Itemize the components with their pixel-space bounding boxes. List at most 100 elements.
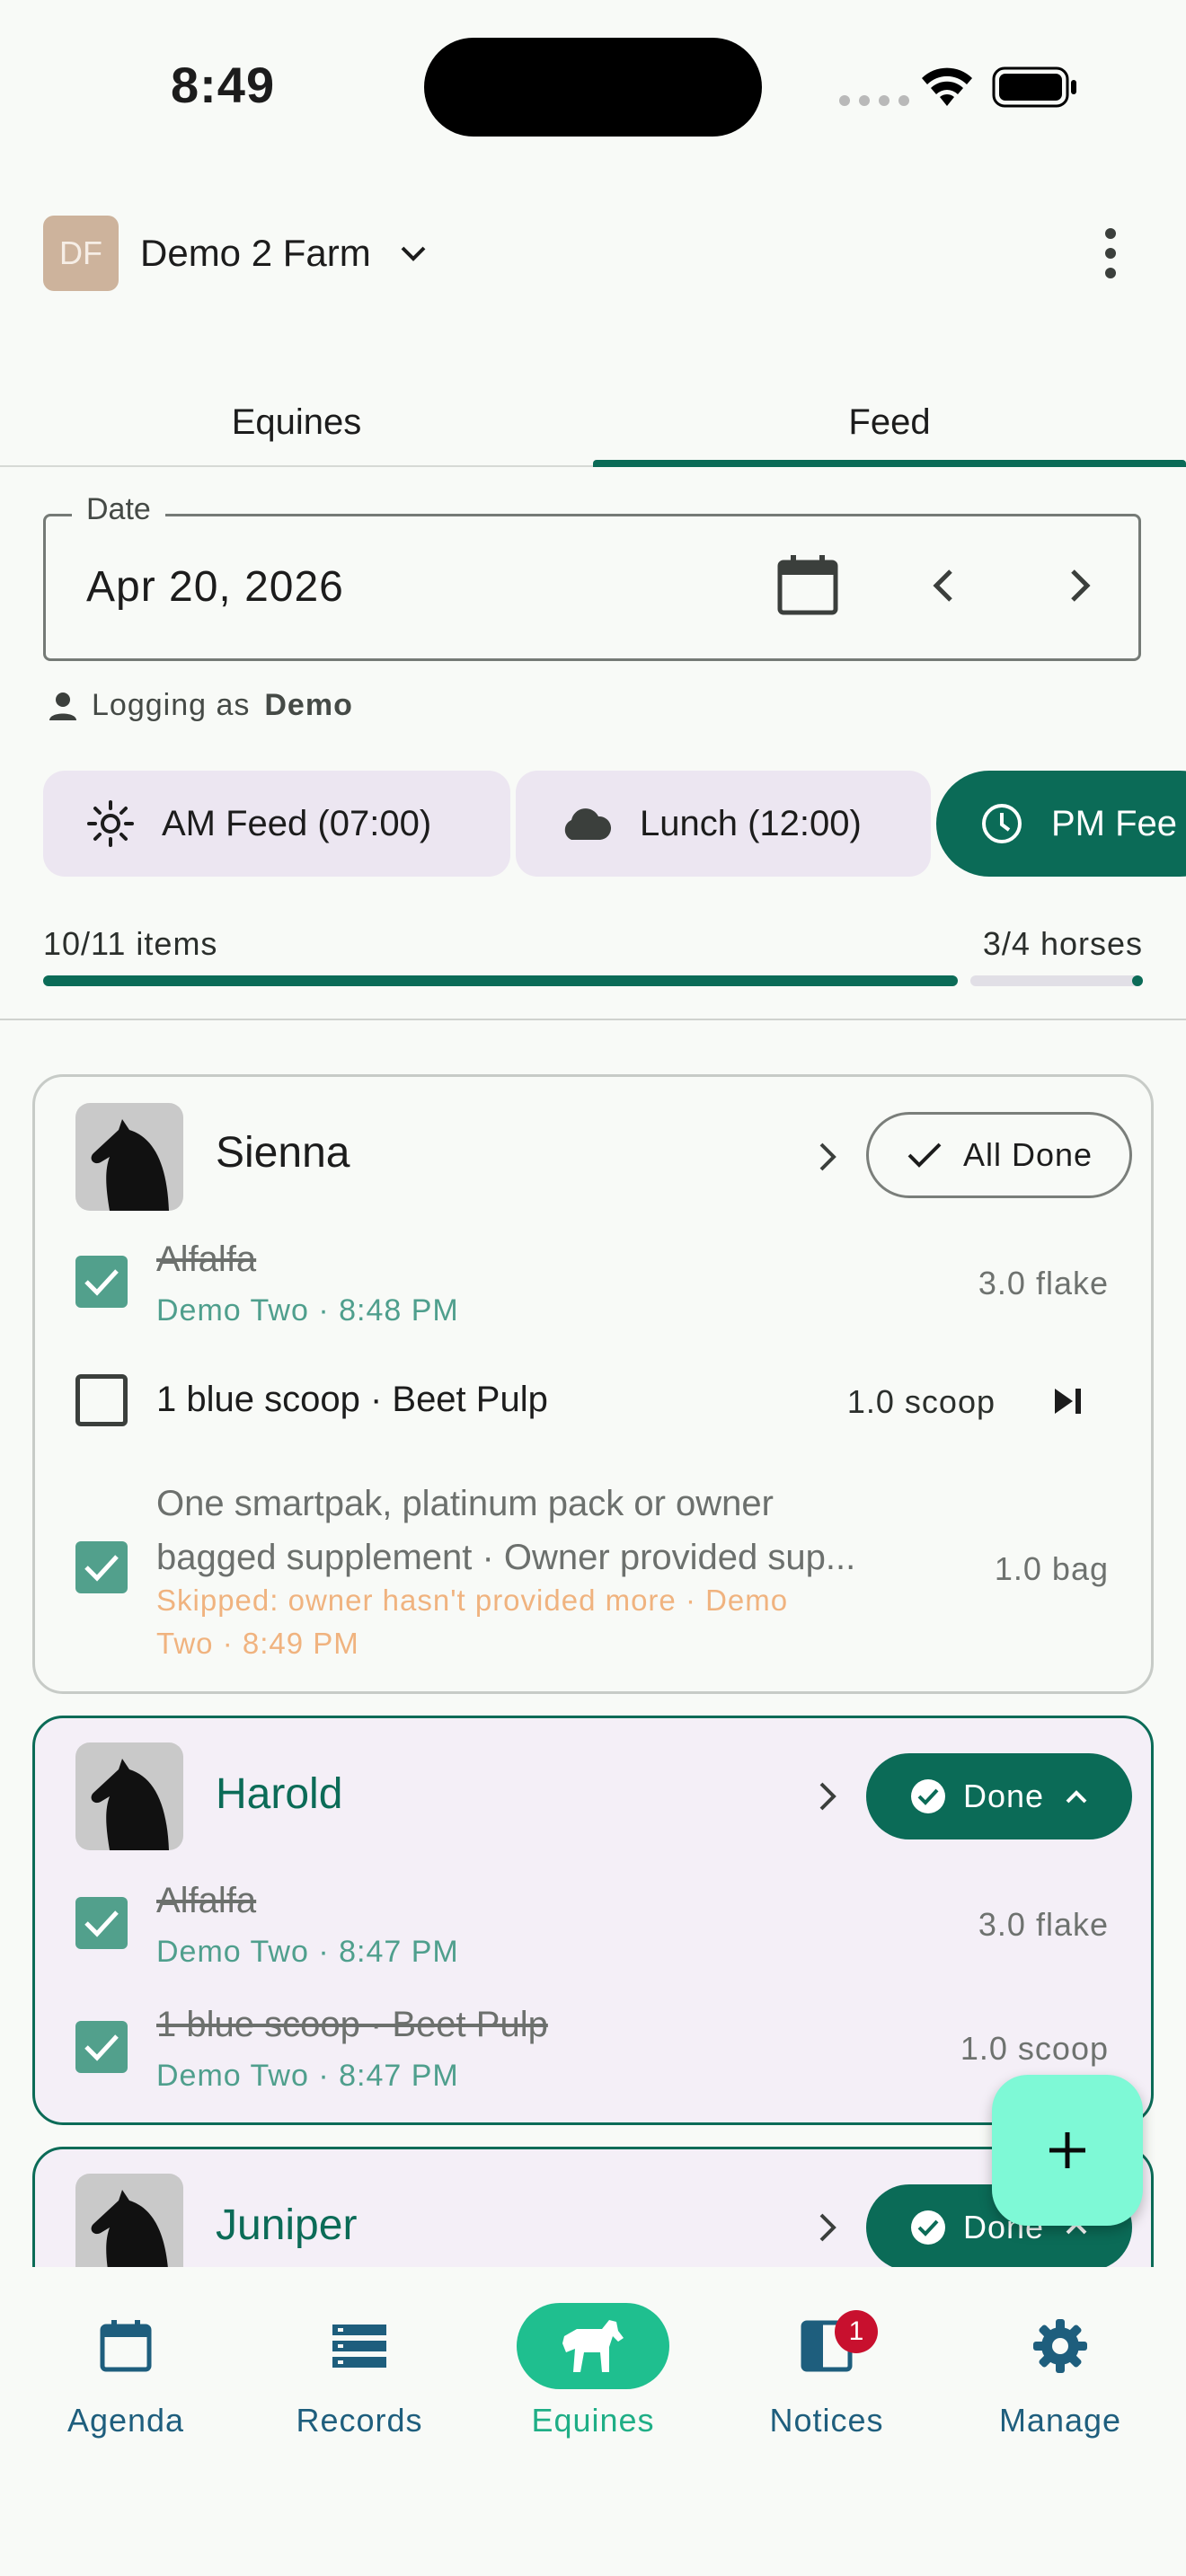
progress-fill (43, 975, 958, 986)
horse-avatar[interactable] (75, 1742, 183, 1850)
item-amount: 1.0 scoop (846, 1383, 996, 1420)
nav-label: Agenda (66, 2402, 185, 2439)
check-circle-icon (910, 1779, 945, 1813)
logging-as-text: Logging as Demo (92, 688, 353, 723)
nav-label: Records (296, 2402, 423, 2439)
horse-name[interactable]: Juniper (216, 2201, 357, 2250)
chip-label: PM Fee (1051, 803, 1178, 843)
skip-icon[interactable] (1051, 1385, 1084, 1417)
horse-head-icon (91, 1119, 169, 1211)
horse-name[interactable]: Sienna (216, 1128, 350, 1178)
nav-label: Equines (531, 2402, 655, 2439)
sun-icon (87, 800, 134, 847)
done-button[interactable]: Done (866, 1753, 1132, 1839)
wifi-icon (922, 67, 972, 106)
progress-bar (43, 975, 1143, 986)
clock-icon (982, 804, 1022, 843)
chip-label: Lunch (12:00) (640, 803, 862, 843)
previous-day-button[interactable] (925, 566, 961, 605)
progress-remaining (970, 975, 1143, 986)
item-title: Alfalfa (156, 1239, 257, 1279)
item-skipped-note: Skipped: owner hasn't provided more · De… (156, 1579, 788, 1665)
chevron-right-icon[interactable] (814, 1778, 841, 1814)
add-button[interactable] (992, 2075, 1143, 2226)
nav-icon-wrap (283, 2303, 436, 2389)
item-logged-by: Demo Two · 8:47 PM (156, 1935, 459, 1969)
check-icon (84, 1555, 119, 1582)
chip-am-feed[interactable]: AM Feed (07:00) (43, 771, 510, 877)
farm-avatar[interactable]: DF (43, 216, 119, 291)
horse-name[interactable]: Harold (216, 1769, 342, 1819)
chevron-down-icon[interactable] (395, 235, 431, 271)
calendar-icon (100, 2320, 152, 2372)
skip-line: Two · 8:49 PM (156, 1627, 359, 1660)
progress-end-dot (1132, 975, 1143, 986)
next-day-button[interactable] (1062, 566, 1098, 605)
item-logged-by: Demo Two · 8:48 PM (156, 1293, 459, 1328)
calendar-icon[interactable] (774, 551, 841, 618)
item-title: 1 blue scoop · Beet Pulp (156, 1380, 548, 1419)
dynamic-island (424, 38, 762, 137)
tab-equines[interactable]: Equines (0, 377, 593, 467)
battery-icon (992, 66, 1076, 108)
tab-feed[interactable]: Feed (593, 377, 1186, 467)
horse-avatar[interactable] (75, 2174, 183, 2281)
nav-manage[interactable]: Manage (952, 2303, 1168, 2439)
chevron-right-icon[interactable] (814, 1139, 841, 1175)
date-field-value[interactable]: Apr 20, 2026 (86, 562, 344, 612)
item-amount: 1.0 scoop (960, 2030, 1109, 2067)
items-progress-text: 10/11 items (43, 925, 218, 962)
all-done-label: All Done (962, 1136, 1093, 1173)
all-done-button[interactable]: All Done (866, 1112, 1132, 1198)
item-title-line: One smartpak, platinum pack or owner (156, 1484, 774, 1523)
horse-icon (562, 2320, 624, 2372)
notification-badge: 1 (835, 2310, 878, 2353)
item-logged-by: Demo Two · 8:47 PM (156, 2059, 459, 2093)
skip-line: Skipped: owner hasn't provided more · De… (156, 1584, 789, 1617)
tab-indicator (593, 460, 1186, 467)
nav-notices[interactable]: 1 Notices (719, 2303, 934, 2439)
horse-head-icon (91, 1759, 169, 1850)
check-circle-icon (910, 2210, 945, 2245)
check-icon (84, 1269, 119, 1296)
signal-icon (839, 95, 909, 106)
farm-selector[interactable]: Demo 2 Farm (140, 232, 371, 275)
check-icon (907, 1142, 942, 1168)
item-amount: 1.0 bag (994, 1550, 1109, 1587)
chip-lunch[interactable]: Lunch (12:00) (516, 771, 931, 877)
gear-icon (1033, 2319, 1087, 2373)
done-label: Done (962, 1778, 1045, 1814)
horse-avatar[interactable] (75, 1103, 183, 1211)
chip-pm-feed[interactable]: PM Fee (936, 771, 1186, 877)
check-icon (84, 1910, 119, 1937)
nav-equines[interactable]: Equines (485, 2303, 701, 2439)
horses-progress-text: 3/4 horses (982, 925, 1143, 962)
more-menu-icon[interactable] (1096, 226, 1125, 280)
person-icon (49, 693, 76, 720)
chip-label: AM Feed (07:00) (162, 803, 432, 843)
logging-user: Demo (264, 688, 353, 722)
nav-agenda[interactable]: Agenda (18, 2303, 234, 2439)
check-icon (84, 2034, 119, 2061)
cloud-icon (564, 808, 612, 840)
item-checkbox[interactable] (75, 1541, 128, 1593)
item-checkbox[interactable] (75, 1897, 128, 1949)
nav-records[interactable]: Records (252, 2303, 467, 2439)
item-checkbox[interactable] (75, 1374, 128, 1426)
nav-icon-wrap (49, 2303, 202, 2389)
nav-icon-wrap: 1 (750, 2303, 903, 2389)
date-field-label: Date (72, 492, 165, 527)
item-title: Alfalfa (156, 1881, 257, 1920)
item-checkbox[interactable] (75, 1256, 128, 1308)
chevron-up-icon (1066, 1790, 1087, 1804)
chevron-right-icon[interactable] (814, 2210, 841, 2245)
logging-prefix: Logging as (92, 688, 251, 722)
item-amount: 3.0 flake (978, 1265, 1109, 1301)
nav-icon-wrap (517, 2303, 669, 2389)
nav-label: Manage (998, 2402, 1122, 2439)
list-icon (332, 2325, 386, 2368)
nav-icon-wrap (984, 2303, 1137, 2389)
item-amount: 3.0 flake (978, 1906, 1109, 1943)
item-title: One smartpak, platinum pack or owner bag… (156, 1477, 855, 1584)
item-checkbox[interactable] (75, 2021, 128, 2073)
